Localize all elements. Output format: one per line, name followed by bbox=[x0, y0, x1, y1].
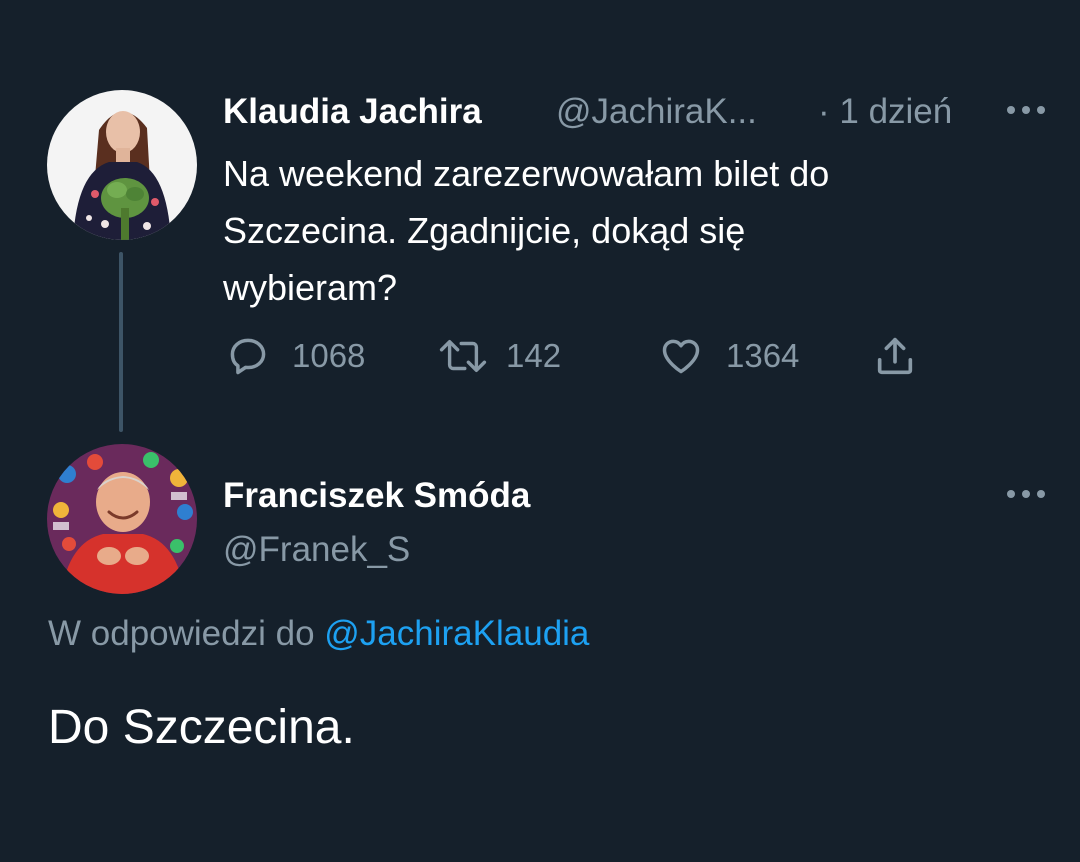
author-name[interactable]: Klaudia Jachira bbox=[223, 92, 482, 132]
heart-icon bbox=[662, 339, 700, 374]
reply-button[interactable]: 1068 bbox=[226, 332, 365, 380]
reply-context-mention-link[interactable]: @JachiraKlaudia bbox=[324, 614, 589, 653]
tweet-text-line: Na weekend zarezerwowałam bilet do bbox=[223, 153, 830, 194]
more-icon[interactable] bbox=[1007, 488, 1047, 498]
retweet-icon bbox=[439, 340, 487, 372]
reply-tweet-text: Do Szczecina. bbox=[48, 701, 355, 754]
avatar-klaudia[interactable] bbox=[47, 90, 197, 240]
tweet-text-line: Szczecina. Zgadnijcie, dokąd się bbox=[223, 210, 746, 251]
reply-count: 1068 bbox=[292, 337, 366, 374]
like-button[interactable]: 1364 bbox=[658, 332, 799, 380]
tweet-timestamp[interactable]: · 1 dzień bbox=[818, 92, 952, 132]
share-button[interactable] bbox=[872, 332, 918, 380]
reply-context: W odpowiedzi do @JachiraKlaudia bbox=[48, 614, 589, 654]
tweet-text-line: wybieram? bbox=[223, 267, 398, 308]
more-icon[interactable] bbox=[1007, 104, 1047, 114]
reply-context-prefix: W odpowiedzi do bbox=[48, 614, 315, 653]
reply-icon bbox=[230, 338, 266, 375]
tweet-text: Na weekend zarezerwowałam bilet do Szcze… bbox=[223, 145, 1023, 316]
retweet-count: 142 bbox=[506, 337, 562, 374]
thread-connector-line bbox=[119, 252, 123, 432]
like-count: 1364 bbox=[726, 337, 800, 374]
retweet-button[interactable]: 142 bbox=[438, 332, 561, 380]
share-icon bbox=[877, 337, 913, 375]
avatar-franciszek[interactable] bbox=[47, 444, 197, 594]
author-handle[interactable]: @JachiraK... bbox=[556, 92, 757, 132]
reply-author-name[interactable]: Franciszek Smóda bbox=[223, 476, 530, 516]
reply-author-handle[interactable]: @Franek_S bbox=[223, 530, 410, 570]
